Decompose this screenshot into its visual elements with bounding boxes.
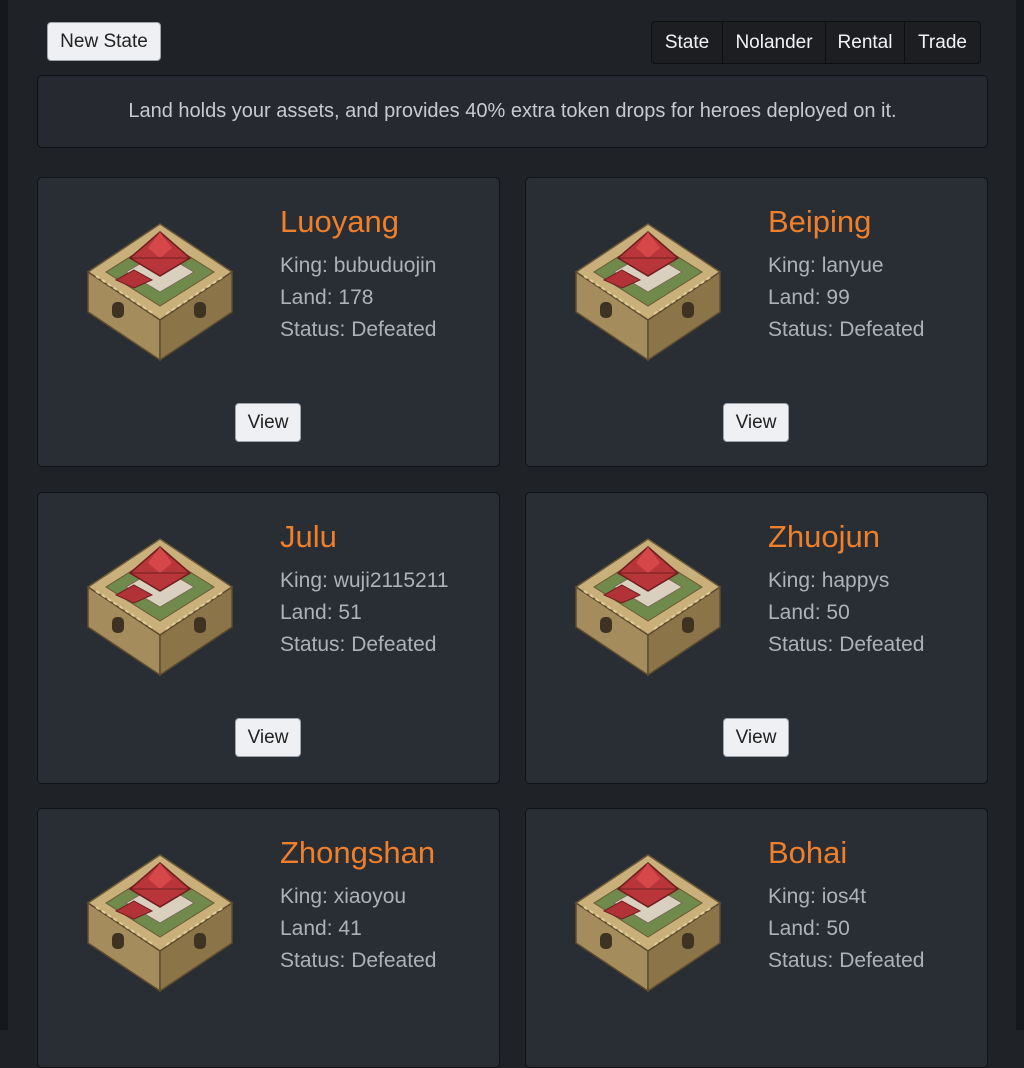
castle-icon (86, 538, 234, 677)
state-name: Zhuojun (768, 519, 881, 554)
new-state-button[interactable]: New State (47, 22, 161, 61)
state-land: Land: 51 (280, 601, 362, 624)
info-banner-text: Land holds your assets, and provides 40%… (128, 100, 897, 122)
info-banner: Land holds your assets, and provides 40%… (37, 75, 988, 148)
state-status: Status: Defeated (280, 633, 437, 656)
state-status: Status: Defeated (768, 633, 925, 656)
castle-icon (574, 223, 722, 362)
state-land: Land: 99 (768, 286, 850, 309)
state-name: Luoyang (280, 204, 399, 239)
state-king: King: xiaoyou (280, 885, 407, 908)
castle-icon (574, 538, 722, 677)
castle-icon (86, 854, 234, 993)
state-name: Zhongshan (280, 835, 436, 870)
state-card: Zhuojun King: happys Land: 50 Status: De… (525, 492, 988, 784)
castle-icon (574, 854, 722, 993)
state-land: Land: 50 (768, 917, 850, 940)
state-king: King: happys (768, 569, 890, 592)
state-status: Status: Defeated (768, 318, 925, 341)
tab-nolander[interactable]: Nolander (723, 22, 826, 63)
tab-state[interactable]: State (652, 22, 723, 63)
page-edge-right (1016, 0, 1024, 1030)
nav-tabs: State Nolander Rental Trade (651, 21, 981, 64)
state-card: Julu King: wuji2115211 Land: 51 Status: … (37, 492, 500, 784)
state-card: Zhongshan King: xiaoyou Land: 41 Status:… (37, 808, 500, 1068)
state-king: King: wuji2115211 (280, 569, 449, 592)
state-card: Beiping King: lanyue Land: 99 Status: De… (525, 177, 988, 467)
state-land: Land: 50 (768, 601, 850, 624)
view-button[interactable]: View (235, 403, 301, 442)
state-land: Land: 178 (280, 286, 374, 309)
state-land: Land: 41 (280, 917, 362, 940)
state-name: Bohai (768, 835, 848, 870)
state-card: Luoyang King: bubuduojin Land: 178 Statu… (37, 177, 500, 467)
page-edge-left (0, 0, 8, 1030)
state-name: Beiping (768, 204, 872, 239)
state-king: King: ios4t (768, 885, 867, 908)
view-button[interactable]: View (235, 718, 301, 757)
view-button[interactable]: View (723, 403, 789, 442)
state-name: Julu (280, 519, 337, 554)
castle-icon (86, 223, 234, 362)
state-king: King: bubuduojin (280, 254, 437, 277)
tab-rental[interactable]: Rental (826, 22, 905, 63)
state-card: Bohai King: ios4t Land: 50 Status: Defea… (525, 808, 988, 1068)
view-button[interactable]: View (723, 718, 789, 757)
state-status: Status: Defeated (768, 949, 925, 972)
state-king: King: lanyue (768, 254, 884, 277)
state-status: Status: Defeated (280, 318, 437, 341)
tab-trade[interactable]: Trade (905, 22, 980, 63)
state-status: Status: Defeated (280, 949, 437, 972)
